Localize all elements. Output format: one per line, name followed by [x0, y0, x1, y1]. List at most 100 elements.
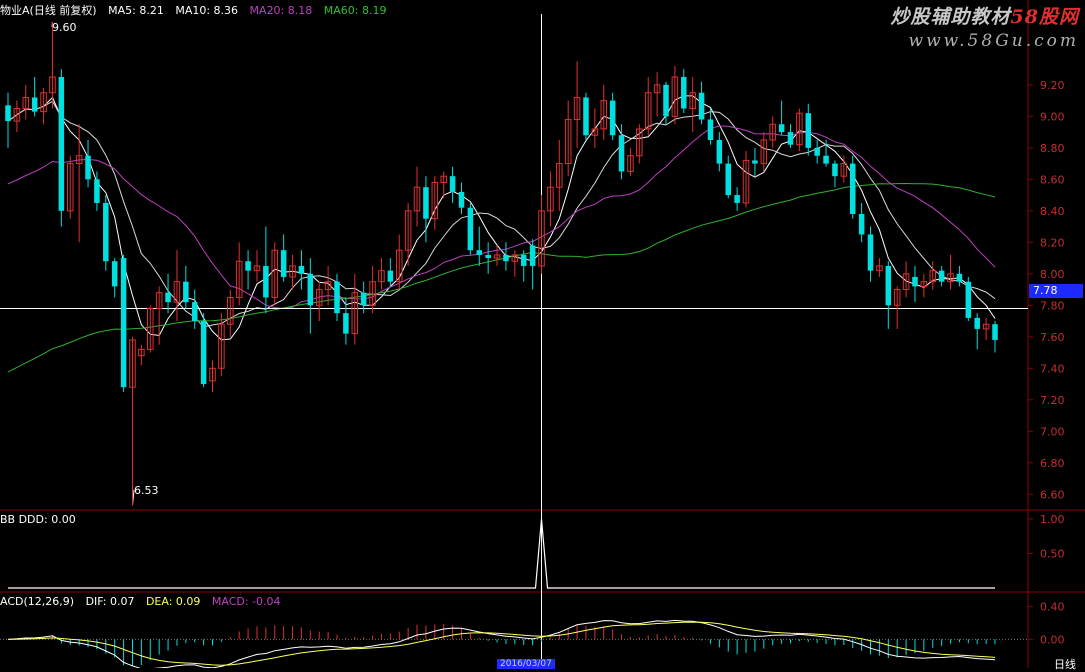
candle-body-down	[725, 164, 731, 195]
candle-body-down	[85, 156, 91, 180]
candle-body-down	[886, 266, 892, 305]
candle-body-down	[957, 274, 963, 282]
watermark-line1: 炒股辅助教材58股网	[891, 2, 1079, 29]
candle-body-down	[992, 324, 998, 340]
candle-body-down	[939, 271, 945, 282]
main-title: 物业A(日线 前复权)	[0, 4, 97, 17]
y-tick-label: 7.80	[1040, 299, 1065, 312]
axes-layer	[0, 0, 1085, 668]
macd-tick-label: 0.00	[1040, 633, 1065, 646]
watermark-line2: www.58Gu.com	[891, 31, 1079, 51]
candle-body-down	[468, 208, 474, 251]
low-extreme-label: 6.53	[134, 484, 159, 497]
ma20-label: MA20: 8.18	[250, 4, 313, 17]
candle-body-down	[868, 234, 874, 270]
macd-header: ACD(12,26,9) DIF: 0.07 DEA: 0.09 MACD: -…	[0, 595, 289, 608]
candle-body-down	[450, 176, 456, 192]
y-tick-label: 6.60	[1040, 488, 1065, 501]
candle-body-down	[423, 187, 429, 218]
candle-body-down	[663, 85, 669, 116]
candle-body-down	[183, 282, 189, 302]
candle-body-down	[583, 97, 589, 135]
candle-body-down	[308, 274, 314, 305]
candle-body-down	[966, 282, 972, 318]
candle-body-down	[32, 97, 38, 111]
tick-labels-layer: 9.209.008.808.608.408.208.007.807.607.40…	[1028, 79, 1065, 647]
candle-body-down	[121, 258, 127, 387]
high-extreme-label: 9.60	[52, 21, 77, 34]
candle-body-down	[912, 277, 918, 286]
moving-averages-layer	[0, 14, 1028, 662]
bb-tick-label: 1.00	[1040, 513, 1065, 526]
candle-body-down	[850, 164, 856, 214]
y-tick-label: 9.20	[1040, 79, 1065, 92]
watermark-text-b: 58股网	[1011, 6, 1079, 28]
ma60-line	[8, 184, 995, 372]
candle-body-down	[245, 261, 251, 270]
candle-body-down	[708, 119, 714, 139]
y-tick-label: 8.60	[1040, 173, 1065, 186]
candle-body-down	[263, 266, 269, 297]
current-price-tag: 7.78	[1029, 284, 1083, 298]
bb-label: BB DDD: 0.00	[0, 513, 76, 526]
candle-body-down	[530, 245, 536, 265]
y-tick-label: 9.00	[1040, 110, 1065, 123]
bb-tick-label: 0.50	[1040, 547, 1065, 560]
candle-body-down	[974, 318, 980, 329]
candle-body-down	[734, 195, 740, 203]
candle-body-down	[165, 293, 171, 302]
dif-label: DIF: 0.07	[86, 595, 135, 608]
candle-body-down	[503, 255, 509, 261]
y-tick-label: 6.80	[1040, 457, 1065, 470]
ma10-label: MA10: 8.36	[175, 4, 238, 17]
candle-body-down	[94, 179, 100, 203]
candle-body-down	[361, 293, 367, 306]
y-tick-label: 7.20	[1040, 394, 1065, 407]
main-header: 物业A(日线 前复权) MA5: 8.21 MA10: 8.36 MA20: 8…	[0, 2, 394, 18]
ma5-label: MA5: 8.21	[108, 4, 164, 17]
candles-layer	[5, 22, 998, 505]
candle-body-down	[343, 313, 349, 333]
macd-tick-label: 0.40	[1040, 600, 1065, 613]
y-tick-label: 7.60	[1040, 331, 1065, 344]
candle-body-down	[281, 250, 287, 277]
candle-body-down	[477, 250, 483, 255]
bb-ddd-line	[8, 519, 995, 588]
macd-title: ACD(12,26,9)	[0, 595, 74, 608]
candle-body-down	[459, 192, 465, 208]
candle-body-down	[5, 105, 11, 121]
y-tick-label: 8.20	[1040, 236, 1065, 249]
macd-label: MACD: -0.04	[212, 595, 281, 608]
candle-body-down	[201, 321, 207, 384]
candle-body-down	[832, 164, 838, 177]
candle-body-down	[717, 140, 723, 164]
candle-body-down	[779, 124, 785, 132]
ma20-line	[8, 126, 995, 308]
watermark-text-a: 炒股辅助教材	[891, 6, 1011, 28]
candle-body-down	[521, 255, 527, 266]
y-tick-label: 8.00	[1040, 268, 1065, 281]
candle-body-down	[752, 160, 758, 163]
stock-chart-svg[interactable]: 9.209.008.808.608.408.208.007.807.607.40…	[0, 0, 1085, 668]
candle-body-down	[619, 135, 625, 171]
candle-body-down	[59, 77, 65, 211]
candle-body-down	[485, 255, 491, 258]
watermark: 炒股辅助教材58股网 www.58Gu.com	[891, 2, 1079, 51]
candle-body-down	[788, 132, 794, 145]
y-tick-label: 8.40	[1040, 205, 1065, 218]
candle-body-down	[610, 101, 616, 136]
candle-body-down	[388, 271, 394, 282]
candle-body-down	[299, 266, 305, 274]
y-tick-label: 8.80	[1040, 142, 1065, 155]
candle-body-down	[192, 302, 198, 321]
candle-body-down	[334, 282, 340, 313]
candle-body-down	[681, 77, 687, 108]
candle-body-down	[112, 261, 118, 286]
candle-body-down	[814, 148, 820, 156]
candle-body-down	[806, 113, 812, 148]
candle-body-down	[699, 93, 705, 120]
dea-label: DEA: 0.09	[146, 595, 200, 608]
ma60-label: MA60: 8.19	[324, 4, 387, 17]
sub-panels-layer	[0, 519, 1028, 668]
candle-body-down	[823, 156, 829, 164]
